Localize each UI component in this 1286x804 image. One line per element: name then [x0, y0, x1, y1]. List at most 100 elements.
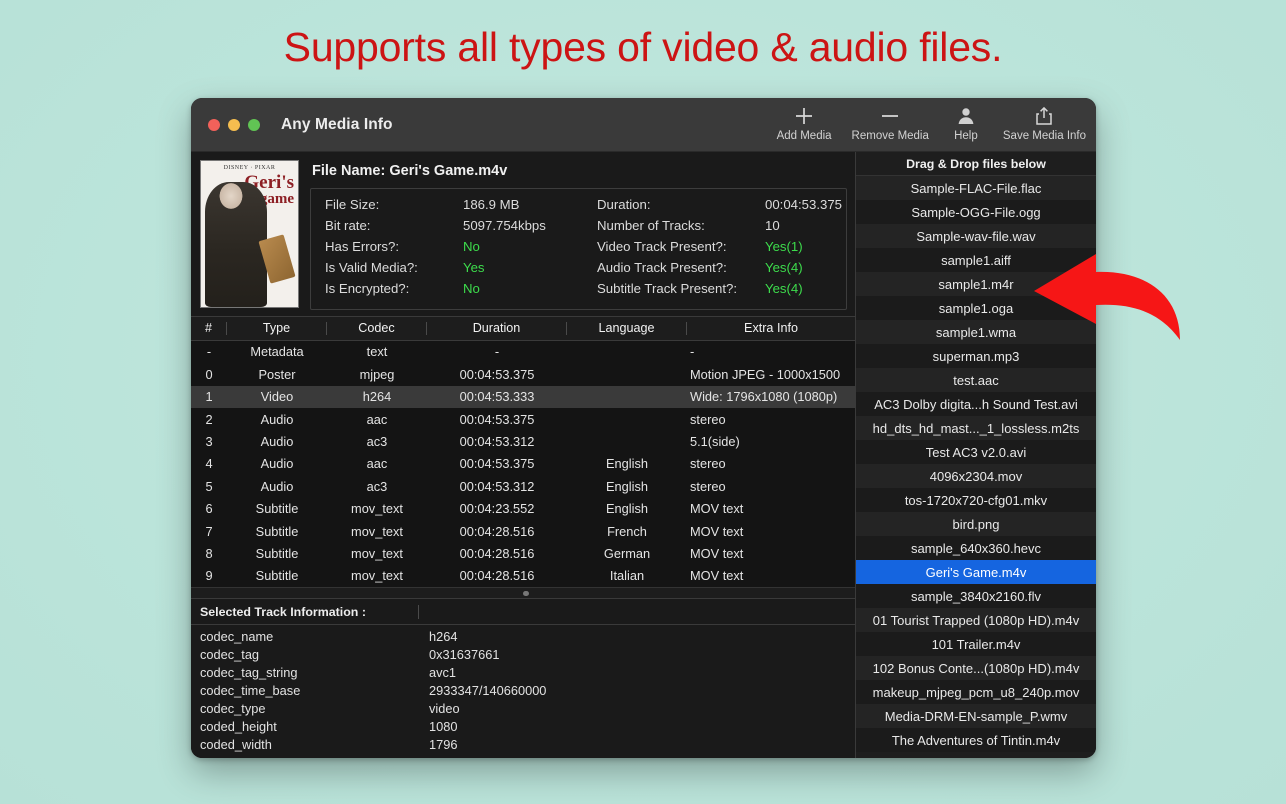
screenshot-stage: Supports all types of video & audio file… [0, 0, 1286, 804]
list-item[interactable]: Media-DRM-EN-sample_P.wmv [856, 704, 1096, 728]
list-item[interactable]: tos-1720x720-cfg01.mkv [856, 488, 1096, 512]
list-item[interactable]: bird.png [856, 512, 1096, 536]
table-row[interactable]: 0 Poster mjpeg 00:04:53.375 Motion JPEG - 10… [191, 363, 855, 385]
share-upload-icon [1033, 104, 1055, 128]
minus-icon [879, 104, 901, 128]
summary-key: Bit rate: [325, 218, 371, 233]
details-pane: DISNEY · PIXAR Geri's game File Name: Ge… [191, 152, 856, 758]
table-cell: English [606, 456, 648, 472]
table-cell: Audio [260, 456, 294, 472]
table-cell: 0 [205, 366, 213, 382]
table-cell: aac [366, 456, 388, 472]
zoom-window-button[interactable] [248, 118, 260, 131]
table-cell: MOV text [690, 568, 744, 584]
list-item[interactable]: Test AC3 v2.0.avi [856, 440, 1096, 464]
list-item[interactable]: The Adventures of Tintin.m4v [856, 728, 1096, 752]
table-cell: Metadata [250, 344, 304, 360]
minimize-window-button[interactable] [228, 118, 240, 131]
table-row[interactable]: 4 Audio aac 00:04:53.375 English stereo [191, 453, 855, 475]
selected-track-row: codec_type video [191, 699, 855, 717]
tracks-column-header[interactable]: Codec [327, 321, 427, 335]
list-item[interactable]: superman.mp3 [856, 344, 1096, 368]
tracks-column-header[interactable]: Extra Info [687, 321, 855, 335]
list-item[interactable]: Sample-FLAC-File.flac [856, 176, 1096, 200]
media-summary: DISNEY · PIXAR Geri's game File Name: Ge… [191, 152, 855, 317]
table-row[interactable]: 2 Audio aac 00:04:53.375 stereo [191, 408, 855, 430]
table-cell: Subtitle [255, 568, 299, 584]
list-item[interactable]: 4096x2304.mov [856, 464, 1096, 488]
table-cell: 00:04:53.333 [459, 389, 535, 405]
list-item[interactable]: 102 Bonus Conte...(1080p HD).m4v [856, 656, 1096, 680]
list-item[interactable]: sample_640x360.hevc [856, 536, 1096, 560]
tracks-column-header[interactable]: Duration [427, 321, 567, 335]
summary-value: Yes [463, 260, 485, 275]
table-cell: 5.1(side) [690, 434, 740, 450]
table-row[interactable]: 5 Audio ac3 00:04:53.312 English stereo [191, 475, 855, 497]
table-cell: Audio [260, 411, 294, 427]
tracks-column-header[interactable]: Language [567, 321, 687, 335]
table-row[interactable]: 8 Subtitle mov_text 00:04:28.516 German MOV t… [191, 542, 855, 564]
table-cell: Wide: 1796x1080 (1080p) [690, 389, 838, 405]
table-row[interactable]: 9 Subtitle mov_text 00:04:28.516 Italian MOV … [191, 565, 855, 587]
app-title: Any Media Info [281, 115, 393, 133]
list-item[interactable]: Sample-OGG-File.ogg [856, 200, 1096, 224]
list-item[interactable]: hd_dts_hd_mast..._1_lossless.m2ts [856, 416, 1096, 440]
list-item[interactable]: test.aac [856, 368, 1096, 392]
toolbar: Add Media Remove Media Help Save Media I… [767, 98, 1096, 152]
table-row[interactable]: - Metadata text - - [191, 341, 855, 363]
remove-media-button[interactable]: Remove Media [842, 98, 939, 142]
scrollbar-knob[interactable] [523, 591, 529, 597]
summary-info-block: File Name: Geri's Game.m4v File Size: 186… [310, 160, 847, 310]
summary-key: Video Track Present?: [597, 239, 727, 254]
add-media-button[interactable]: Add Media [767, 98, 842, 142]
tracks-column-header[interactable]: # [191, 321, 227, 335]
table-cell: MOV text [690, 523, 744, 539]
summary-key: File Size: [325, 197, 380, 212]
tracks-column-header[interactable]: Type [227, 321, 327, 335]
summary-value: 186.9 MB [463, 197, 520, 212]
selected-track-key: codec_tag [200, 646, 260, 662]
selected-track-key: codec_time_base [200, 682, 301, 698]
table-cell: stereo [690, 411, 726, 427]
table-cell: 00:04:53.375 [459, 456, 535, 472]
list-item[interactable]: Sample-wav-file.wav [856, 224, 1096, 248]
selected-track-value: 2933347/140660000 [429, 682, 547, 698]
tracks-horizontal-scrollbar[interactable] [191, 587, 855, 598]
window-body: DISNEY · PIXAR Geri's game File Name: Ge… [191, 152, 1096, 758]
list-item[interactable]: sample1.oga [856, 296, 1096, 320]
table-cell: text [366, 344, 388, 360]
remove-media-label: Remove Media [851, 130, 929, 142]
table-cell: 00:04:28.516 [459, 568, 535, 584]
summary-value: 10 [765, 218, 780, 233]
list-item[interactable]: 01 Tourist Trapped (1080p HD).m4v [856, 608, 1096, 632]
selected-track-value: avc1 [429, 664, 457, 680]
list-item[interactable]: makeup_mjpeg_pcm_u8_240p.mov [856, 680, 1096, 704]
selected-track-rows: codec_name h264 codec_tag 0x31637661 codec_t… [191, 625, 855, 753]
file-list-pane: Drag & Drop files below Sample-FLAC-File… [856, 152, 1096, 758]
table-cell: 00:04:28.516 [459, 523, 535, 539]
list-item[interactable]: sample_3840x2160.flv [856, 584, 1096, 608]
summary-value: 00:04:53.375 [765, 197, 843, 212]
close-window-button[interactable] [208, 118, 220, 131]
list-item[interactable]: Geri's Game.m4v [856, 560, 1096, 584]
table-cell: 1 [205, 389, 213, 405]
tracks-table-body[interactable]: - Metadata text - - 0 Poster mjpeg 00:04:53.375 M… [191, 341, 855, 587]
page-headline: Supports all types of video & audio file… [283, 24, 1003, 70]
table-row[interactable]: 6 Subtitle mov_text 00:04:23.552 English MOV … [191, 498, 855, 520]
list-item[interactable]: 101 Trailer.m4v [856, 632, 1096, 656]
table-cell: 00:04:53.312 [459, 478, 535, 494]
selected-track-value: 1796 [429, 736, 458, 752]
list-item[interactable]: sample1.wma [856, 320, 1096, 344]
table-cell: 8 [205, 546, 213, 561]
table-row[interactable]: 1 Video h264 00:04:53.333 Wide: 1796x1080 (1… [191, 385, 855, 408]
poster-brand: DISNEY · PIXAR [223, 165, 276, 171]
list-item[interactable]: sample1.m4r [856, 272, 1096, 296]
table-cell: 2 [205, 411, 213, 427]
save-media-info-button[interactable]: Save Media Info [993, 98, 1096, 142]
file-list[interactable]: Sample-FLAC-File.flac Sample-OGG-File.ogg… [856, 176, 1096, 758]
help-button[interactable]: Help [939, 98, 993, 142]
list-item[interactable]: sample1.aiff [856, 248, 1096, 272]
list-item[interactable]: AC3 Dolby digita...h Sound Test.avi [856, 392, 1096, 416]
table-row[interactable]: 7 Subtitle mov_text 00:04:28.516 French MOV t… [191, 520, 855, 542]
table-row[interactable]: 3 Audio ac3 00:04:53.312 5.1(side) [191, 430, 855, 452]
